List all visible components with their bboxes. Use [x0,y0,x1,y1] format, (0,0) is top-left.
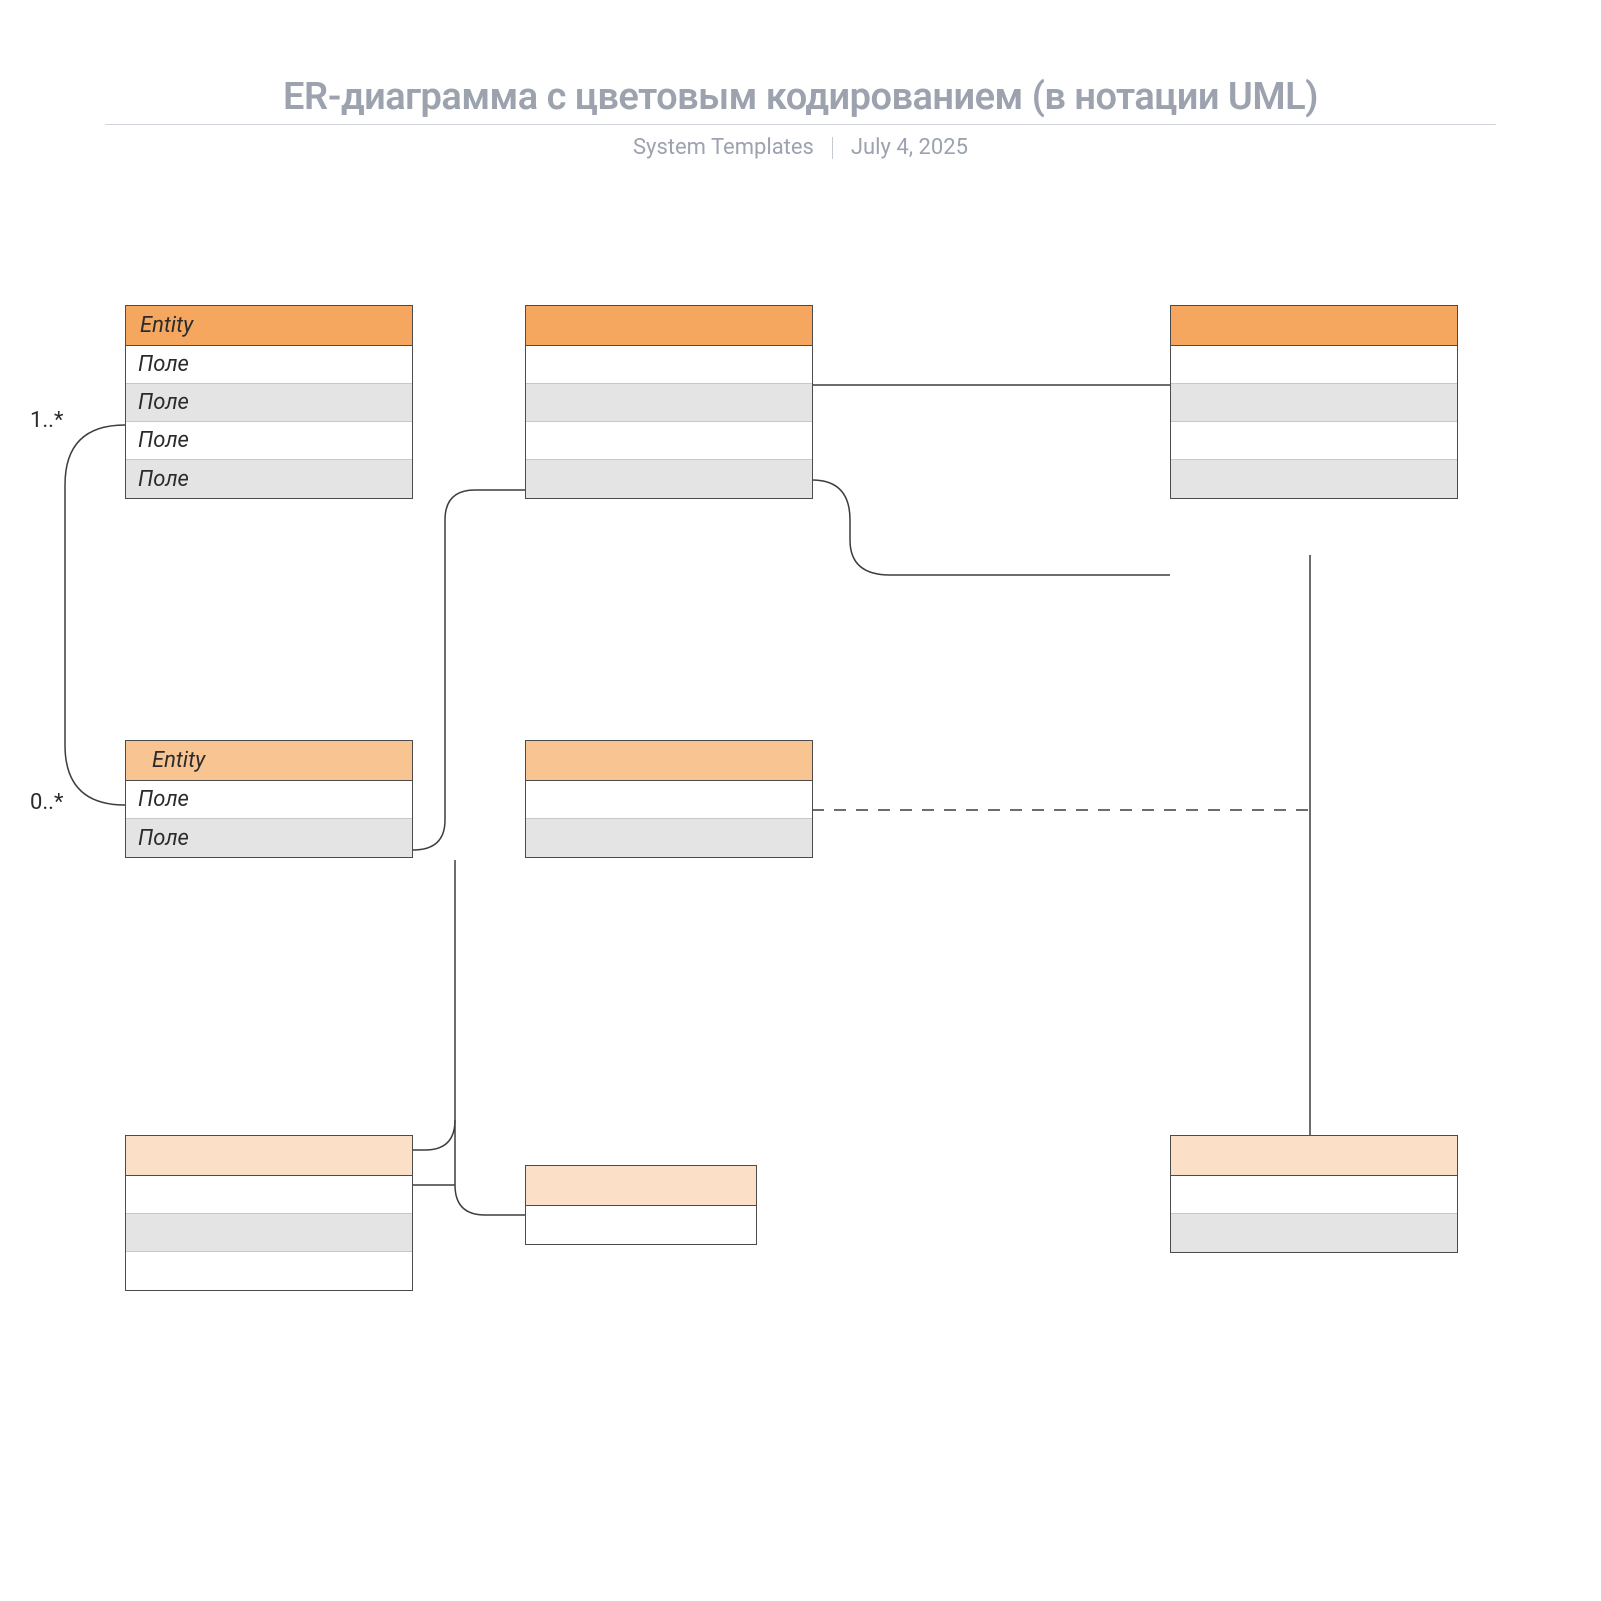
entity-e7-title [526,1166,756,1206]
entity-e5[interactable] [525,740,813,858]
entity-e8-title [1171,1136,1457,1176]
entity-e4-field-3 [1171,460,1457,498]
entity-e6[interactable] [125,1135,413,1291]
entity-e4-field-1 [1171,384,1457,422]
entity-e7[interactable] [525,1165,757,1245]
entity-e3-field-1 [526,384,812,422]
entity-e2-title: Entity [126,741,412,781]
page-title: ER-диаграмма с цветовым кодированием (в … [0,75,1601,119]
entity-e6-title [126,1136,412,1176]
entity-e6-field-0 [126,1176,412,1214]
entity-e8-field-0 [1171,1176,1457,1214]
subtitle-divider [832,137,833,159]
entity-e4[interactable] [1170,305,1458,499]
entity-e1-field-0: Поле [126,346,412,384]
entity-e3[interactable] [525,305,813,499]
entity-e3-title [526,306,812,346]
entity-e8-field-1 [1171,1214,1457,1252]
entity-e2[interactable]: Entity Поле Поле [125,740,413,858]
connector-e2-e3 [413,490,525,850]
subtitle-row: System Templates July 4, 2025 [0,135,1601,160]
entity-e3-field-3 [526,460,812,498]
entity-e1-field-1: Поле [126,384,412,422]
entity-e1-field-2: Поле [126,422,412,460]
entity-e5-field-1 [526,819,812,857]
entity-e5-title [526,741,812,781]
connector-hub-e7 [455,860,525,1215]
entity-e6-field-1 [126,1214,412,1252]
entity-e1[interactable]: Entity Поле Поле Поле Поле [125,305,413,499]
connector-e3-e4b [812,480,1170,575]
entity-e3-field-2 [526,422,812,460]
diagram-canvas: ER-диаграмма с цветовым кодированием (в … [0,0,1601,1601]
subtitle-right: July 4, 2025 [851,135,968,160]
entity-e5-field-0 [526,781,812,819]
entity-e8[interactable] [1170,1135,1458,1253]
multiplicity-bottom: 0..* [30,790,63,815]
entity-e4-title [1171,306,1457,346]
entity-e1-title: Entity [126,306,412,346]
entity-e4-field-0 [1171,346,1457,384]
connector-e1-e2 [65,425,125,805]
title-divider [105,124,1496,125]
subtitle-left: System Templates [633,135,814,160]
entity-e4-field-2 [1171,422,1457,460]
entity-e3-field-0 [526,346,812,384]
entity-e7-field-0 [526,1206,756,1244]
entity-e2-field-0: Поле [126,781,412,819]
multiplicity-top: 1..* [30,408,63,433]
entity-e1-field-3: Поле [126,460,412,498]
connector-e6-hub2 [413,1120,455,1150]
entity-e6-field-2 [126,1252,412,1290]
entity-e2-field-1: Поле [126,819,412,857]
